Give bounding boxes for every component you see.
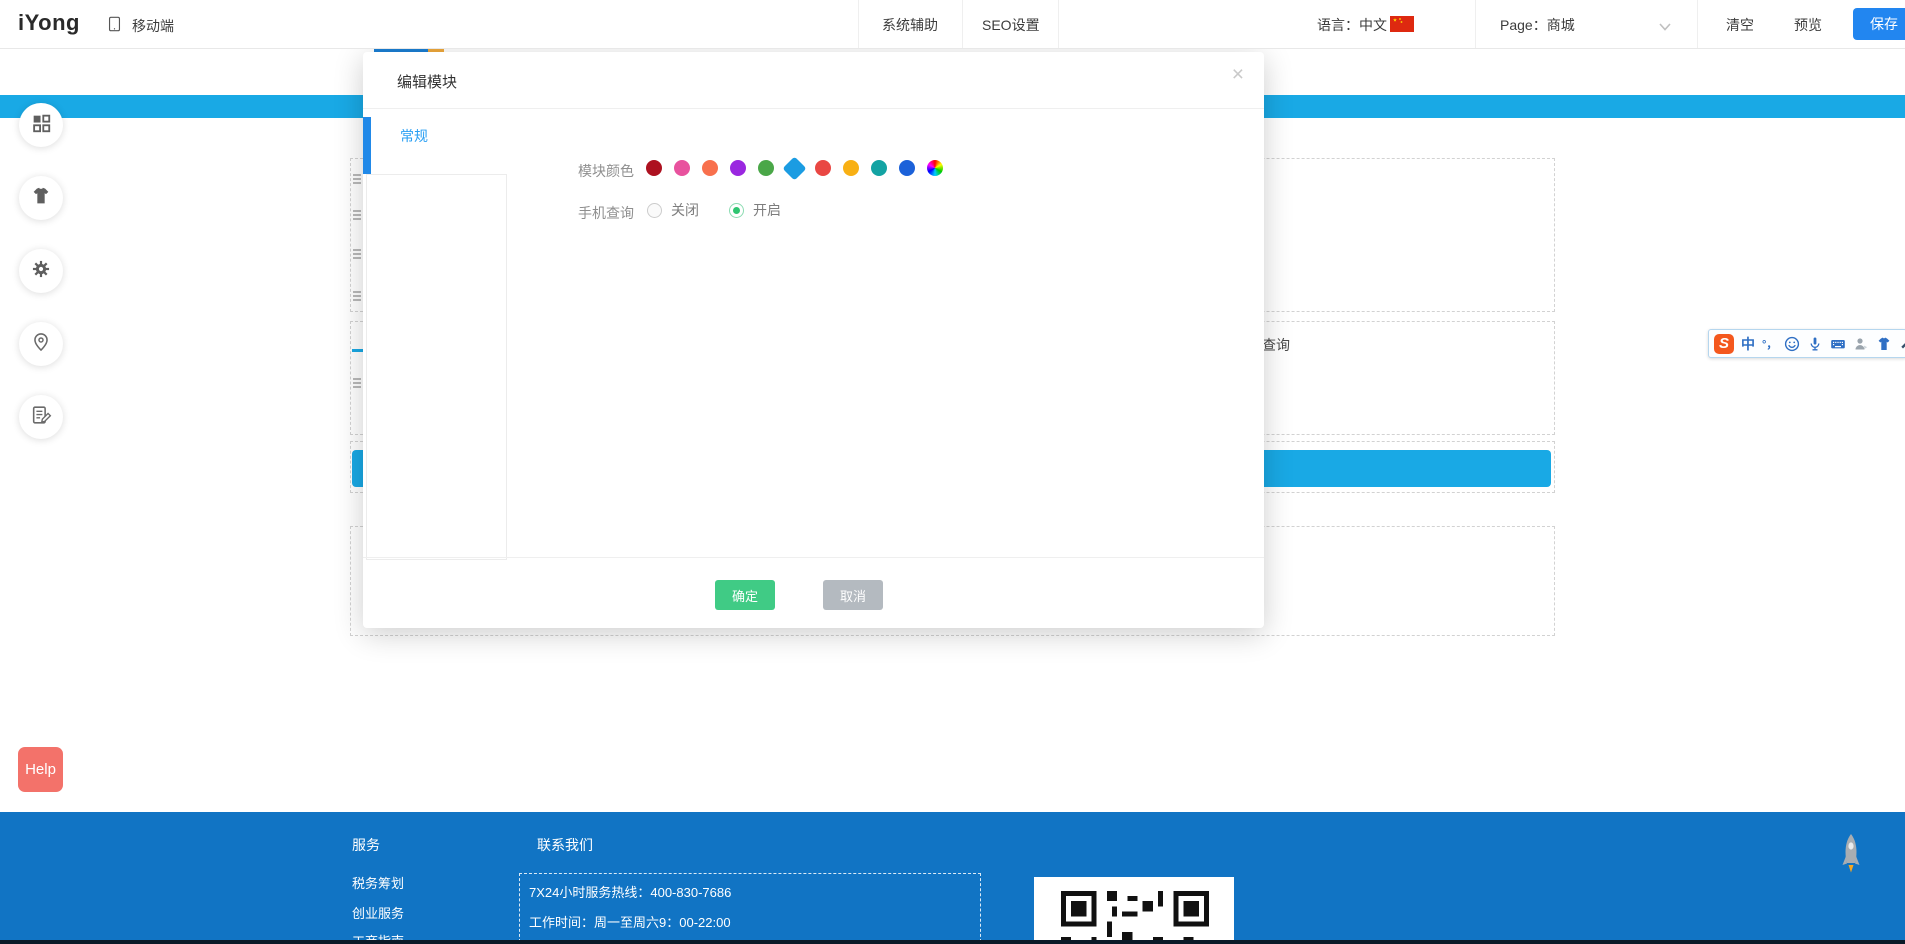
edit-module-dialog: 编辑模块 × 常规 模块颜色 手机查询 关闭 开启 确定 取消 [363,52,1264,628]
sogou-logo-icon[interactable]: S [1714,334,1734,354]
radio-off[interactable]: 关闭 [647,200,699,220]
microphone-icon[interactable] [1807,336,1823,352]
skin-tshirt-icon[interactable] [1876,336,1892,352]
module-color-label: 模块颜色 [578,161,634,181]
tab-general[interactable]: 常规 [400,126,428,146]
confirm-button[interactable]: 确定 [715,580,775,610]
clear-button[interactable]: 清空 [1726,15,1754,35]
chevron-down-icon[interactable] [1658,19,1672,37]
language-selector[interactable]: 语言：中文 [1317,15,1387,35]
mobile-query-radio-group: 关闭 开启 [647,200,781,220]
page-selector[interactable]: Page：商城 [1500,15,1575,35]
site-footer: 服务 税务筹划 创业服务 工商指南 联系我们 7X24小时服务热线：400-83… [0,812,1905,944]
color-swatch-rainbow[interactable] [927,160,943,176]
color-swatch[interactable] [782,156,806,180]
clipped-text-fragment [353,291,361,293]
preview-button[interactable]: 预览 [1794,15,1822,35]
radio-off-label: 关闭 [671,200,699,220]
cancel-button[interactable]: 取消 [823,580,883,610]
mobile-query-label: 手机查询 [578,203,634,223]
footer-bottom-strip [0,940,1905,944]
sidebar-settings-button[interactable] [19,249,63,293]
radio-on-label: 开启 [753,200,781,220]
clipped-text-fragment [353,249,361,251]
sidebar-products-button[interactable] [19,176,63,220]
color-swatch[interactable] [674,160,690,176]
divider [858,0,859,48]
color-swatch-row [646,159,943,177]
qr-code [1034,877,1234,944]
close-icon[interactable]: × [1232,64,1244,85]
footer-contact-module[interactable]: 7X24小时服务热线：400-830-7686 工作时间：周一至周六9：00-2… [519,873,981,942]
mobile-view-label: 移动端 [132,16,174,36]
divider [1697,0,1698,48]
dialog-title: 编辑模块 [397,71,457,92]
china-flag-icon [1390,16,1414,32]
footer-contact-title: 联系我们 [537,835,593,855]
save-button[interactable]: 保存 [1853,8,1905,40]
color-swatch[interactable] [815,160,831,176]
tablet-icon [106,12,123,39]
ime-punctuation-toggle[interactable]: °， [1762,336,1777,352]
divider [363,108,1264,109]
app-logo: iYong [18,10,80,36]
grid-icon [30,112,52,139]
gear-icon [30,258,52,285]
help-button[interactable]: Help [18,747,63,792]
tab-panel [366,174,507,560]
edit-note-icon [30,404,52,431]
color-swatch[interactable] [871,160,887,176]
location-pin-icon [30,331,52,358]
sidebar-modules-button[interactable] [19,103,63,147]
color-swatch[interactable] [843,160,859,176]
sidebar-edit-button[interactable] [19,395,63,439]
divider [363,557,1264,558]
topbar: iYong 移动端 系统辅助 SEO设置 语言：中文 Page：商城 清空 [0,0,1905,49]
footer-services-title: 服务 [352,835,380,855]
ime-language-toggle[interactable]: 中 [1741,334,1755,354]
user-mode-icon[interactable] [1853,336,1869,352]
page: 查询 [0,0,1905,944]
tshirt-icon [30,185,52,212]
menu-seo-settings[interactable]: SEO设置 [982,15,1040,35]
clipped-text-fragment [353,210,361,212]
radio-circle-icon [647,203,662,218]
footer-link[interactable]: 税务筹划 [352,873,404,892]
keyboard-icon[interactable] [1830,336,1846,352]
menu-system-assist[interactable]: 系统辅助 [882,15,938,35]
ime-toolbar: S 中 °， [1708,329,1905,358]
clipped-text-fragment [353,378,361,380]
clipped-text-fragment [353,174,361,176]
radio-on[interactable]: 开启 [729,200,781,220]
divider [1475,0,1476,48]
color-swatch[interactable] [730,160,746,176]
color-swatch[interactable] [702,160,718,176]
divider [962,0,963,48]
back-to-top-rocket-icon[interactable] [1838,832,1864,895]
divider [1058,0,1059,48]
selected-module-indicator [363,117,371,174]
radio-circle-icon [729,203,744,218]
footer-hotline: 7X24小时服务热线：400-830-7686 [529,882,731,901]
mobile-view-toggle[interactable]: 移动端 [106,12,174,39]
qr-code-image [1061,891,1209,944]
color-swatch[interactable] [899,160,915,176]
footer-link[interactable]: 创业服务 [352,903,404,922]
sidebar-location-button[interactable] [19,322,63,366]
toolbox-icon[interactable] [1899,336,1905,352]
emoji-icon[interactable] [1784,336,1800,352]
site-query-text: 查询 [1262,335,1290,355]
color-swatch[interactable] [758,160,774,176]
color-swatch[interactable] [646,160,662,176]
footer-work-time: 工作时间：周一至周六9：00-22:00 [529,912,731,931]
